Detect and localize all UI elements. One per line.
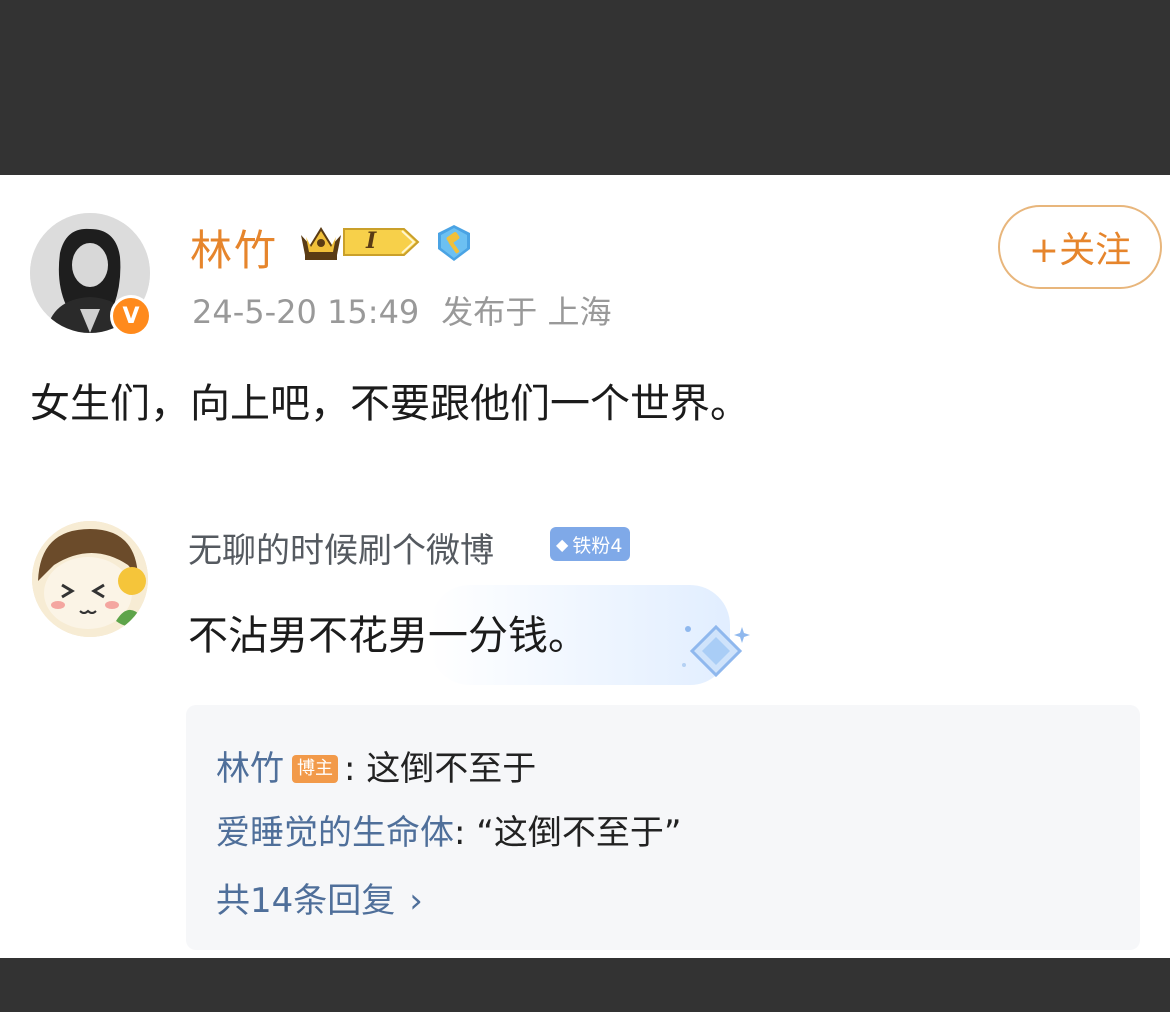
reply-text: : “这倒不至于” — [454, 813, 682, 853]
host-badge: 博主 — [292, 754, 338, 783]
follow-button[interactable]: +关注 — [998, 205, 1162, 289]
reply-item[interactable]: 林竹 博主: 这倒不至于 — [216, 741, 536, 790]
post-meta: 24-5-20 15:49 发布于 上海 — [192, 287, 633, 333]
reply-box[interactable]: 林竹 博主: 这倒不至于 爱睡觉的生命体: “这倒不至于” 共14条回复 › — [186, 705, 1140, 950]
commenter-name[interactable]: 无聊的时候刷个微博 — [188, 523, 494, 572]
level-badge-label: I — [366, 228, 377, 254]
reply-item[interactable]: 爱睡觉的生命体: “这倒不至于” — [216, 805, 682, 854]
fan-badge-label: 铁粉4 — [572, 534, 623, 557]
weibo-post-card: V 林竹 I 24-5-20 15:49 发布于 上海 +关注 女生们，向上吧，不… — [0, 175, 1170, 958]
reply-author[interactable]: 爱睡觉的生命体 — [216, 813, 454, 853]
crown-icon — [301, 227, 341, 260]
fan-badge: ◆ 铁粉4 — [550, 527, 631, 561]
commenter-avatar[interactable] — [32, 521, 148, 637]
reply-author[interactable]: 林竹 — [216, 749, 284, 789]
post-location: 发布于 上海 — [441, 293, 612, 331]
post-content: 女生们，向上吧，不要跟他们一个世界。 — [30, 381, 750, 427]
post-timestamp: 24-5-20 15:49 — [192, 293, 420, 331]
comment-content: 不沾男不花男一分钱。 — [188, 613, 588, 659]
chevron-right-icon: › — [409, 881, 423, 921]
view-more-label: 共14条回复 — [216, 881, 396, 921]
vip-gavel-icon — [438, 225, 470, 261]
sparkle-diamond-icon — [682, 624, 750, 678]
level-badge-icon — [343, 228, 420, 256]
view-more-replies[interactable]: 共14条回复 › — [216, 873, 423, 922]
verified-icon: V — [110, 295, 152, 337]
author-name[interactable]: 林竹 — [190, 217, 278, 278]
reply-text: : 这倒不至于 — [344, 749, 537, 789]
diamond-icon: ◆ — [556, 534, 569, 554]
